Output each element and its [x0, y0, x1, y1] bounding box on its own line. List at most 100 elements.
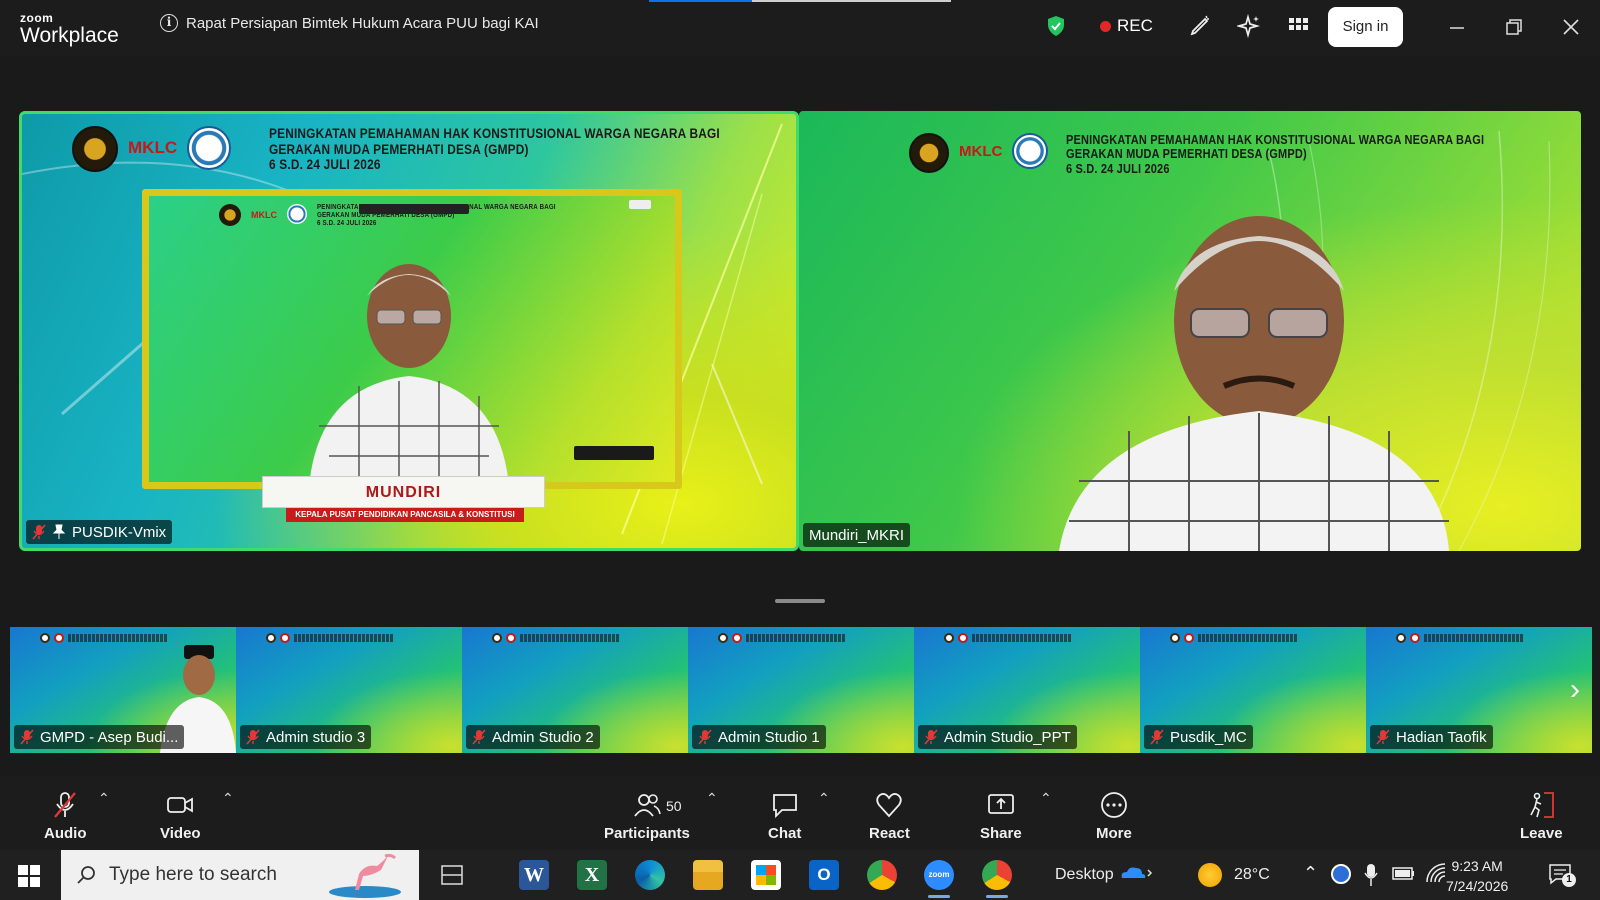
minimize-icon[interactable] — [1444, 14, 1470, 40]
desktop-toolbar-label[interactable]: Desktop — [1055, 866, 1114, 884]
participant-name: Mundiri_MKRI — [809, 526, 905, 544]
thumbnail-name-tag: Admin studio 3 — [240, 725, 372, 749]
thumbnail-logo-icon — [732, 633, 742, 643]
thumbnail-banner-text — [68, 634, 168, 642]
muted-mic-icon — [1150, 729, 1164, 745]
thumbnail-logo-icon — [506, 633, 516, 643]
system-clock[interactable]: 9:23 AM 7/24/2026 — [1446, 856, 1508, 896]
banner-line-2: GERAKAN MUDA PEMERHATI DESA (GMPD) — [269, 141, 529, 157]
next-page-chevron-icon[interactable]: › — [1560, 627, 1590, 753]
edge-browser-icon[interactable] — [635, 860, 665, 890]
muted-mic-icon — [924, 729, 938, 745]
notification-count-badge: 1 — [1562, 873, 1576, 887]
meeting-title-text: Rapat Persiapan Bimtek Hukum Acara PUU b… — [186, 14, 539, 32]
speaker-title-card: KEPALA PUSAT PENDIDIKAN PANCASILA & KONS… — [286, 508, 524, 522]
recording-dot-icon — [1100, 20, 1111, 32]
thumbnail-banner-text — [294, 634, 394, 642]
chrome-browser-icon[interactable] — [867, 860, 897, 890]
restore-icon[interactable] — [1501, 14, 1527, 40]
muted-microphone-icon — [54, 792, 77, 818]
video-tile-mundiri-mkri[interactable]: MKLC PENINGKATAN PEMAHAMAN HAK KONSTITUS… — [799, 111, 1581, 551]
outlook-app-icon[interactable]: O — [809, 860, 839, 890]
security-tray-icon[interactable] — [1331, 864, 1351, 884]
share-options-caret-icon[interactable]: ⌃ — [1040, 790, 1052, 807]
participants-options-caret-icon[interactable]: ⌃ — [706, 790, 718, 807]
audio-button[interactable]: Audio — [44, 790, 87, 842]
react-label: React — [869, 825, 910, 842]
word-app-icon[interactable]: W — [519, 860, 549, 890]
excel-app-icon[interactable]: X — [577, 860, 607, 890]
embedded-screen-capture: MKLC PENINGKATAN PEMAHAMAN HAK KONSTITUS… — [142, 189, 682, 489]
participant-thumbnail[interactable]: Admin studio 3 — [236, 627, 462, 753]
participant-thumbnail-strip: GMPD - Asep Budi... Admin studio 3 Admin S… — [10, 627, 1592, 753]
show-hidden-icons-chevron-icon[interactable]: ⌃ — [1303, 863, 1318, 884]
inner-mklc-logo: MKLC — [251, 210, 277, 220]
wifi-icon[interactable] — [1425, 862, 1447, 884]
encryption-shield-icon[interactable] — [1046, 15, 1066, 37]
participant-thumbnail[interactable]: Admin Studio_PPT — [914, 627, 1140, 753]
thumbnail-name-tag: Admin Studio_PPT — [918, 725, 1077, 749]
thumbnail-name-tag: Pusdik_MC — [1144, 725, 1253, 749]
weather-sun-icon[interactable] — [1198, 863, 1222, 887]
thumbnail-emblem-icon — [266, 633, 276, 643]
react-button[interactable]: React — [869, 790, 910, 842]
thumbnail-logo-icon — [1410, 633, 1420, 643]
task-view-icon[interactable] — [437, 860, 467, 890]
microsoft-store-icon[interactable] — [751, 860, 781, 890]
thumbnail-banner-text — [1198, 634, 1298, 642]
thumbnail-name-tag: Admin Studio 1 — [692, 725, 826, 749]
participants-icon — [634, 794, 661, 817]
notification-center-icon[interactable]: 1 — [1548, 863, 1576, 890]
audio-options-caret-icon[interactable]: ⌃ — [98, 790, 110, 807]
windows-start-icon[interactable] — [18, 865, 40, 887]
thumbnail-emblem-icon — [944, 633, 954, 643]
event-banner: MKLC PENINGKATAN PEMAHAMAN HAK KONSTITUS… — [72, 126, 781, 173]
recording-indicator[interactable]: REC — [1100, 16, 1153, 36]
inner-garuda-emblem-icon — [219, 204, 241, 226]
gmpd-logo-icon — [187, 126, 232, 170]
inner-gmpd-logo-icon — [287, 204, 307, 224]
participant-thumbnail[interactable]: GMPD - Asep Budi... — [10, 627, 236, 753]
leave-button[interactable]: Leave — [1520, 790, 1563, 842]
thumbnail-banner-text — [1424, 634, 1524, 642]
video-tile-pusdik-vmix[interactable]: MKLC PENINGKATAN PEMAHAMAN HAK KONSTITUS… — [19, 111, 799, 551]
meeting-controls: Audio ⌃ Video ⌃ Participants 50 ⌃ Chat ⌃… — [0, 776, 1600, 850]
info-icon[interactable]: i — [160, 14, 178, 32]
meeting-title[interactable]: i Rapat Persiapan Bimtek Hukum Acara PUU… — [160, 14, 539, 32]
close-icon[interactable] — [1558, 14, 1584, 40]
logo-zoom-text: zoom — [20, 11, 54, 25]
thumbnail-banner-text — [972, 634, 1072, 642]
clock-date: 7/24/2026 — [1446, 878, 1509, 894]
apps-grid-icon[interactable] — [1286, 14, 1310, 38]
resize-handle[interactable] — [775, 599, 825, 603]
participant-thumbnail[interactable]: Admin Studio 1 — [688, 627, 914, 753]
participant-thumbnail[interactable]: Admin Studio 2 — [462, 627, 688, 753]
thumbnail-emblem-icon — [40, 633, 50, 643]
participant-thumbnail[interactable]: Hadian Taofik — [1366, 627, 1592, 753]
more-button[interactable]: More — [1096, 790, 1132, 842]
share-button[interactable]: Share — [980, 790, 1022, 842]
muted-mic-icon — [698, 729, 712, 745]
zoom-app-icon[interactable]: zoom — [924, 860, 954, 898]
microphone-in-use-icon[interactable] — [1364, 863, 1378, 887]
video-button[interactable]: Video — [160, 790, 201, 842]
participant-thumbnail[interactable]: Pusdik_MC — [1140, 627, 1366, 753]
file-explorer-icon[interactable] — [693, 860, 723, 890]
chat-button[interactable]: Chat — [768, 790, 801, 842]
battery-icon[interactable] — [1392, 866, 1416, 882]
annotate-pen-icon[interactable] — [1188, 14, 1212, 38]
video-options-caret-icon[interactable]: ⌃ — [222, 790, 234, 807]
ai-companion-sparkle-icon[interactable] — [1237, 14, 1261, 38]
inner-toolbar — [359, 204, 469, 214]
inner-name-label — [574, 446, 654, 460]
right-garuda-emblem-icon — [909, 133, 949, 173]
sign-in-button[interactable]: Sign in — [1328, 7, 1403, 47]
taskbar-search-box[interactable]: Type here to search — [61, 850, 419, 900]
weather-temperature[interactable]: 28°C — [1234, 866, 1270, 884]
thumbnail-banner — [266, 633, 394, 643]
onedrive-cloud-icon[interactable] — [1118, 864, 1154, 884]
chat-options-caret-icon[interactable]: ⌃ — [818, 790, 830, 807]
chrome-profile-icon[interactable] — [982, 860, 1012, 898]
right-gmpd-logo-icon — [1012, 133, 1049, 169]
speaker-figure — [1059, 216, 1449, 551]
